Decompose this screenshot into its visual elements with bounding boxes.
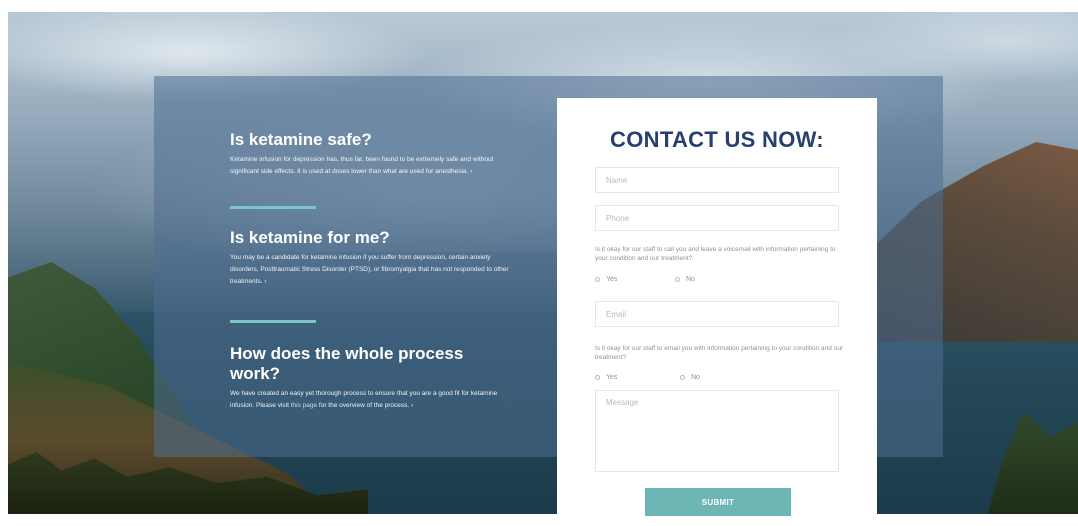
process-page-link[interactable]: this page [291, 402, 317, 409]
radio-circle-icon [675, 276, 680, 282]
email-no-radio[interactable]: No [680, 374, 700, 381]
section-divider [230, 320, 316, 323]
radio-circle-icon [595, 374, 600, 380]
radio-circle-icon [595, 276, 600, 282]
faq-heading: How does the whole process work? [230, 344, 464, 383]
faq-body: You may be a candidate for ketamine infu… [230, 254, 509, 285]
email-input[interactable] [595, 301, 839, 327]
faq-for-me: Is ketamine for me? You may be a candida… [230, 228, 510, 288]
voicemail-no-radio[interactable]: No [675, 276, 695, 283]
section-divider [230, 206, 316, 209]
read-more-link[interactable]: › [470, 168, 472, 175]
email-radio-group: Yes No [595, 371, 700, 383]
radio-circle-icon [680, 374, 685, 380]
phone-input[interactable] [595, 205, 839, 231]
contact-title: CONTACT US NOW: [610, 127, 824, 152]
voicemail-radio-group: Yes No [595, 273, 695, 285]
faq-heading: Is ketamine safe? [230, 130, 372, 149]
faq-body: Ketamine infusion for depression has, th… [230, 156, 494, 175]
read-more-link[interactable]: › [264, 278, 266, 285]
faq-body: We have created an easy yet thorough pro… [230, 390, 498, 409]
name-input[interactable] [595, 167, 839, 193]
faq-process: How does the whole process work? We have… [230, 344, 510, 412]
email-question: Is it okay for our staff to email you wi… [595, 345, 844, 361]
voicemail-yes-radio[interactable]: Yes [595, 276, 675, 283]
submit-button[interactable]: SUBMIT [645, 488, 791, 516]
contact-form-card: CONTACT US NOW: Is it okay for our staff… [557, 98, 877, 526]
faq-safe: Is ketamine safe? Ketamine infusion for … [230, 130, 510, 178]
faq-heading: Is ketamine for me? [230, 228, 390, 247]
voicemail-question: Is it okay for our staff to call you and… [595, 246, 836, 262]
email-yes-radio[interactable]: Yes [595, 374, 680, 381]
read-more-link[interactable]: › [411, 402, 413, 409]
message-textarea[interactable] [595, 390, 839, 472]
